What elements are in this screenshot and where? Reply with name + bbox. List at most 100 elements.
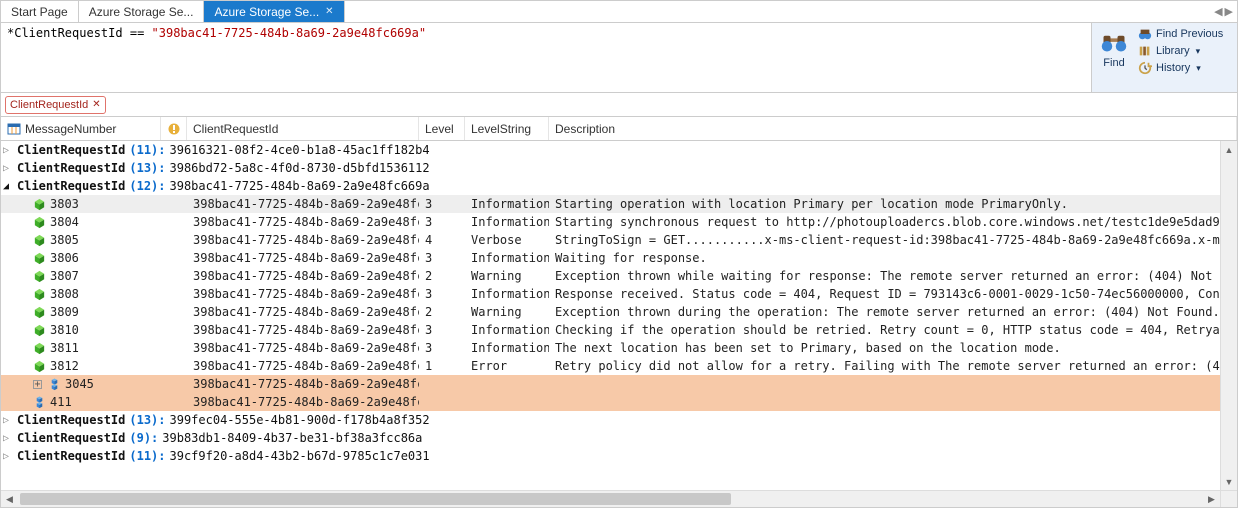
library-dropdown[interactable]: Library ▾ [1138,44,1223,58]
diagnosis-cell [161,303,187,321]
group-value: 39cf9f20-a8d4-43b2-b67d-9785c1c7e031 [170,449,430,463]
message-number: 3808 [50,287,79,301]
col-header-level-string[interactable]: LevelString [465,117,549,140]
expand-toggle-icon[interactable]: ◢ [3,181,17,192]
expand-toggle-icon[interactable]: ▷ [3,145,17,156]
green-cube-icon [33,306,46,319]
description-cell: Retry policy did not allow for a retry. … [549,357,1237,375]
expand-toggle-icon[interactable]: ▷ [3,415,17,426]
description-cell: Starting operation with location Primary… [549,195,1237,213]
level-cell: 3 [419,249,465,267]
diagnosis-cell [161,213,187,231]
level-string-cell: Information [465,321,549,339]
col-client-request-id-label: ClientRequestId [193,122,278,136]
group-row[interactable]: ▷ClientRequestId (13): 3986bd72-5a8c-4f0… [1,159,1237,177]
find-button[interactable]: Find [1096,27,1132,88]
tab-nav-prev-icon[interactable]: ◀ [1214,5,1222,18]
col-header-client-request-id[interactable]: ClientRequestId [187,117,419,140]
diagnosis-cell [161,357,187,375]
group-row[interactable]: ▷ClientRequestId (9): 39b83db1-8409-4b37… [1,429,1237,447]
data-row[interactable]: 3805398bac41-7725-484b-8a69-2a9e48fc669a… [1,231,1237,249]
group-label: ClientRequestId [17,413,125,427]
caret-down-icon: ▾ [1196,63,1201,74]
close-icon[interactable]: ✕ [92,100,100,110]
group-row[interactable]: ▷ClientRequestId (11): 39cf9f20-a8d4-43b… [1,447,1237,465]
caret-down-icon: ▾ [1196,46,1201,57]
tab-0[interactable]: Start Page [1,1,79,22]
level-string-cell: Verbose [465,231,549,249]
group-label: ClientRequestId [17,143,125,157]
col-header-description[interactable]: Description [549,117,1237,140]
data-row[interactable]: 3810398bac41-7725-484b-8a69-2a9e48fc669a… [1,321,1237,339]
level-string-cell [465,393,549,411]
scroll-corner [1220,491,1237,507]
expand-toggle-icon[interactable]: ▷ [3,163,17,174]
query-editor[interactable]: *ClientRequestId == "398bac41-7725-484b-… [1,23,1092,92]
group-row[interactable]: ▷ClientRequestId (13): 399fec04-555e-4b8… [1,411,1237,429]
description-cell: StringToSign = GET...........x-ms-client… [549,231,1237,249]
group-row[interactable]: ◢ClientRequestId (12): 398bac41-7725-484… [1,177,1237,195]
level-cell: 4 [419,231,465,249]
vertical-scrollbar[interactable]: ▲ ▼ [1220,141,1237,490]
client-request-id-cell: 398bac41-7725-484b-8a69-2a9e48fc669a [187,303,419,321]
message-number: 3812 [50,359,79,373]
data-row[interactable]: 3812398bac41-7725-484b-8a69-2a9e48fc669a… [1,357,1237,375]
blue-cube-icon [33,396,46,409]
tab-2[interactable]: Azure Storage Se...✕ [204,1,344,22]
filter-chip-client-request-id[interactable]: ClientRequestId ✕ [5,96,106,114]
group-label: ClientRequestId [17,449,125,463]
tab-label: Start Page [11,5,68,19]
group-value: 398bac41-7725-484b-8a69-2a9e48fc669a [170,179,430,193]
tab-1[interactable]: Azure Storage Se... [79,1,205,22]
col-description-label: Description [555,122,615,136]
scroll-thumb[interactable] [20,493,731,505]
scroll-up-icon[interactable]: ▲ [1221,141,1237,158]
client-request-id-cell: 398bac41-7725-484b-8a69-2a9e48fc669a [187,195,419,213]
client-request-id-cell: 398bac41-7725-484b-8a69-2a9e48fc669a [187,267,419,285]
data-row[interactable]: +3045398bac41-7725-484b-8a69-2a9e48fc669… [1,375,1237,393]
col-header-message-number[interactable]: MessageNumber [1,117,161,140]
data-row[interactable]: 3806398bac41-7725-484b-8a69-2a9e48fc669a… [1,249,1237,267]
data-row[interactable]: 3811398bac41-7725-484b-8a69-2a9e48fc669a… [1,339,1237,357]
message-number: 3805 [50,233,79,247]
data-row[interactable]: 3807 398bac41-7725-484b-8a69-2a9e48fc669a… [1,267,1237,285]
data-row[interactable]: 3804398bac41-7725-484b-8a69-2a9e48fc669a… [1,213,1237,231]
data-row[interactable]: 3809398bac41-7725-484b-8a69-2a9e48fc669a… [1,303,1237,321]
scroll-right-icon[interactable]: ▶ [1203,491,1220,507]
query-row: *ClientRequestId == "398bac41-7725-484b-… [1,23,1237,93]
filter-chip-row: ClientRequestId ✕ [1,93,1237,117]
col-header-level[interactable]: Level [419,117,465,140]
scroll-track[interactable] [1221,158,1237,473]
description-cell: Exception thrown during the operation: T… [549,303,1237,321]
tab-nav: ◀ ▶ [1210,1,1237,22]
diagnosis-cell [161,375,187,393]
app-root: Start Page Azure Storage Se... Azure Stora… [0,0,1238,508]
green-cube-icon [33,288,46,301]
tab-label: Azure Storage Se... [89,5,194,19]
col-level-string-label: LevelString [471,122,531,136]
expand-toggle-icon[interactable]: ▷ [3,451,17,462]
col-header-diagnosis[interactable] [161,117,187,140]
column-icon [7,122,21,136]
close-icon[interactable]: ✕ [325,7,333,17]
scroll-left-icon[interactable]: ◀ [1,491,18,507]
message-number: 3803 [50,197,79,211]
tab-nav-next-icon[interactable]: ▶ [1225,5,1233,18]
data-row[interactable]: 3803 398bac41-7725-484b-8a69-2a9e48fc669a… [1,195,1237,213]
group-label: ClientRequestId [17,161,125,175]
group-row[interactable]: ▷ClientRequestId (11): 39616321-08f2-4ce… [1,141,1237,159]
horizontal-scrollbar[interactable]: ◀ ▶ [1,490,1237,507]
scroll-down-icon[interactable]: ▼ [1221,473,1237,490]
find-previous-button[interactable]: Find Previous [1138,27,1223,41]
group-count: (13): [129,161,165,175]
group-label: ClientRequestId [17,431,125,445]
level-string-cell: Warning [465,303,549,321]
data-row[interactable]: 411398bac41-7725-484b-8a69-2a9e48fc669a [1,393,1237,411]
diagnosis-cell [161,231,187,249]
scroll-track[interactable] [18,491,1203,507]
expand-row-icon[interactable]: + [33,380,42,389]
history-dropdown[interactable]: History ▾ [1138,61,1223,75]
expand-toggle-icon[interactable]: ▷ [3,433,17,444]
message-number: 3807 [50,269,79,283]
data-row[interactable]: 3808398bac41-7725-484b-8a69-2a9e48fc669a… [1,285,1237,303]
